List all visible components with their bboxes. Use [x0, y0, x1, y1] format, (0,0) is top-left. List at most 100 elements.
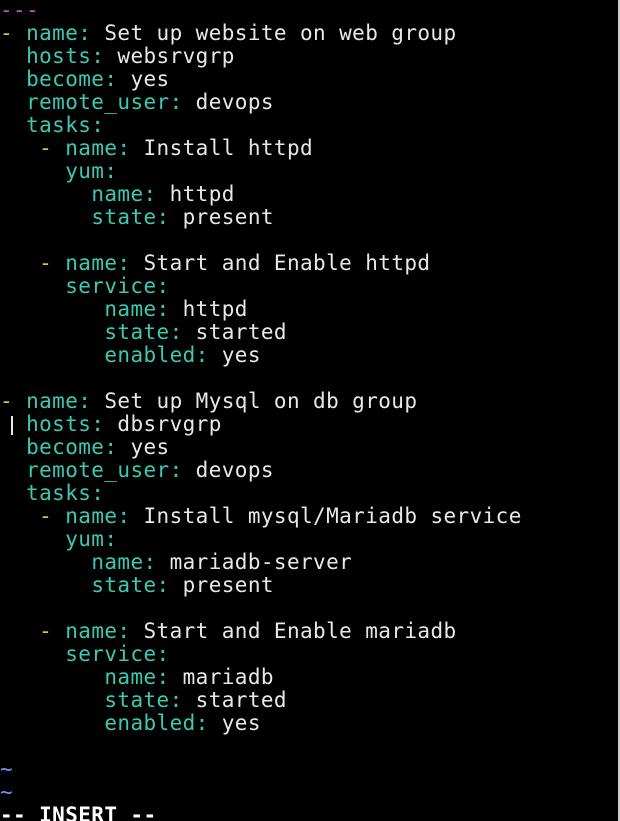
yaml-key: yum: — [65, 527, 118, 551]
yaml-key: state: — [91, 205, 170, 229]
editor-line[interactable]: become: yes — [0, 436, 618, 459]
yaml-value: Set up Mysql on db group — [91, 389, 418, 413]
yaml-key: service: — [65, 274, 170, 298]
editor-line[interactable]: hosts: dbsrvgrp — [0, 413, 618, 436]
yaml-key: become: — [26, 435, 118, 459]
editor-line[interactable]: remote_user: devops — [0, 459, 618, 482]
yaml-value: yes — [208, 711, 261, 735]
list-dash: - — [0, 389, 27, 413]
yaml-value: dbsrvgrp — [104, 412, 222, 436]
yaml-key: enabled: — [104, 343, 209, 367]
document-marker: --- — [0, 0, 40, 22]
editor-line[interactable]: hosts: websrvgrp — [0, 45, 618, 68]
editor-line[interactable]: name: mariadb-server — [0, 551, 618, 574]
yaml-value: present — [169, 573, 274, 597]
editor-line[interactable]: service: — [0, 643, 618, 666]
yaml-value: devops — [182, 90, 274, 114]
editor-line[interactable]: become: yes — [0, 68, 618, 91]
yaml-value: Install mysql/Mariadb service — [130, 504, 522, 528]
list-dash: - — [39, 504, 66, 528]
editor-line[interactable]: yum: — [0, 528, 618, 551]
editor-line[interactable] — [0, 367, 618, 390]
editor-line[interactable]: - name: Install mysql/Mariadb service — [0, 505, 618, 528]
editor-line[interactable]: name: httpd — [0, 298, 618, 321]
yaml-value: httpd — [169, 297, 248, 321]
yaml-value: present — [169, 205, 274, 229]
yaml-key: state: — [104, 688, 183, 712]
yaml-value: Start and Enable httpd — [130, 251, 431, 275]
editor-line[interactable]: - name: Install httpd — [0, 137, 618, 160]
yaml-value: mariadb-server — [156, 550, 353, 574]
editor-line[interactable]: ~ — [0, 781, 618, 804]
editor-line[interactable] — [0, 229, 618, 252]
editor-line[interactable] — [0, 597, 618, 620]
yaml-value: Set up website on web group — [91, 21, 457, 45]
editor-line[interactable]: state: started — [0, 689, 618, 712]
editor-line[interactable]: name: httpd — [0, 183, 618, 206]
list-dash: - — [0, 21, 27, 45]
list-dash: - — [39, 251, 66, 275]
text-cursor — [11, 416, 13, 435]
editor-line[interactable]: state: started — [0, 321, 618, 344]
yaml-key: yum: — [65, 159, 118, 183]
yaml-value: yes — [208, 343, 261, 367]
yaml-value: mariadb — [169, 665, 274, 689]
editor-line[interactable]: remote_user: devops — [0, 91, 618, 114]
yaml-key: tasks: — [26, 113, 105, 137]
editor-line[interactable]: - name: Set up Mysql on db group — [0, 390, 618, 413]
editor-line[interactable] — [0, 735, 618, 758]
yaml-key: name: — [26, 21, 92, 45]
editor-buffer[interactable]: --- - name: Set up website on web group h… — [0, 0, 618, 804]
yaml-key: state: — [91, 573, 170, 597]
yaml-value: devops — [182, 458, 274, 482]
list-dash: - — [39, 136, 66, 160]
editor-line[interactable]: yum: — [0, 160, 618, 183]
editor-line[interactable]: - name: Set up website on web group — [0, 22, 618, 45]
editor-line[interactable]: enabled: yes — [0, 344, 618, 367]
yaml-key: enabled: — [104, 711, 209, 735]
editor-line[interactable]: - name: Start and Enable httpd — [0, 252, 618, 275]
editor-line[interactable]: ~ — [0, 758, 618, 781]
yaml-value: websrvgrp — [104, 44, 235, 68]
empty-line-tilde: ~ — [0, 757, 14, 781]
yaml-key: tasks: — [26, 481, 105, 505]
editor-line[interactable]: tasks: — [0, 482, 618, 505]
list-dash: - — [39, 619, 66, 643]
yaml-key: name: — [65, 136, 131, 160]
editor-line[interactable]: service: — [0, 275, 618, 298]
yaml-value: Start and Enable mariadb — [130, 619, 457, 643]
yaml-key: service: — [65, 642, 170, 666]
editor-line[interactable]: name: mariadb — [0, 666, 618, 689]
empty-line-tilde: ~ — [0, 780, 14, 804]
yaml-key: name: — [91, 550, 157, 574]
yaml-key: name: — [65, 251, 131, 275]
yaml-key: hosts: — [26, 44, 105, 68]
editor-line[interactable]: tasks: — [0, 114, 618, 137]
vim-terminal[interactable]: --- - name: Set up website on web group h… — [0, 0, 620, 821]
mode-indicator: -- INSERT -- — [0, 803, 157, 821]
editor-line[interactable]: state: present — [0, 206, 618, 229]
editor-line[interactable]: enabled: yes — [0, 712, 618, 735]
yaml-value: yes — [117, 435, 170, 459]
yaml-key: hosts: — [26, 412, 105, 436]
editor-line[interactable]: state: present — [0, 574, 618, 597]
yaml-key: name: — [104, 665, 170, 689]
editor-line[interactable]: --- — [0, 0, 618, 22]
editor-line[interactable]: - name: Start and Enable mariadb — [0, 620, 618, 643]
yaml-value: yes — [117, 67, 170, 91]
